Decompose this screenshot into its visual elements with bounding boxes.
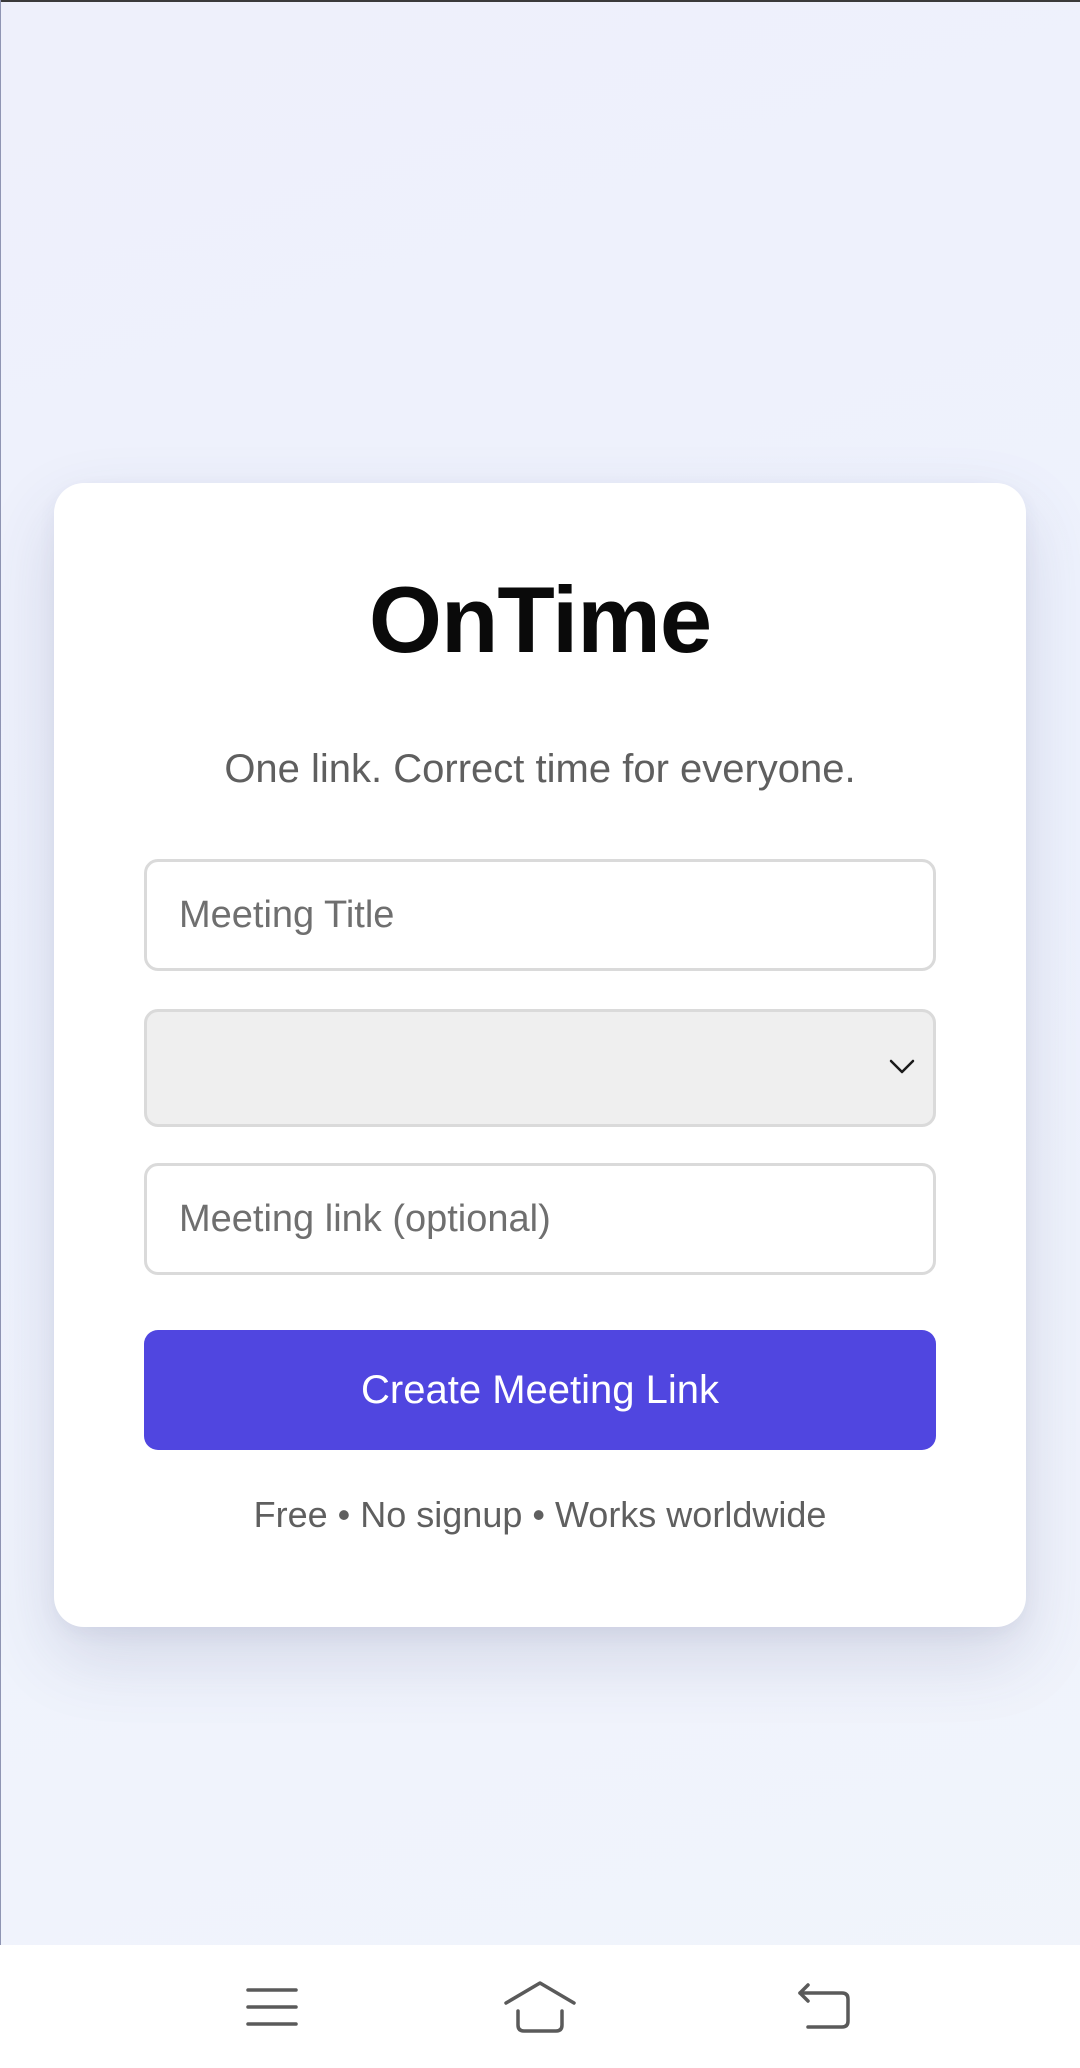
app-tagline: One link. Correct time for everyone. [224,747,856,791]
create-meeting-card: OnTime One link. Correct time for everyo… [54,483,1026,1627]
nav-menu-button[interactable] [232,1967,312,2047]
create-meeting-link-button[interactable]: Create Meeting Link [144,1330,936,1450]
menu-icon [246,1988,298,2026]
app-title: OnTime [368,567,712,672]
meeting-link-input[interactable] [144,1163,936,1275]
nav-home-button[interactable] [500,1967,580,2047]
left-edge-line [0,0,1,1945]
chevron-down-icon [889,1059,915,1074]
back-icon [798,1983,850,2029]
system-navigation-bar [0,1945,1080,2068]
features-footnote: Free • No signup • Works worldwide [253,1494,827,1535]
timezone-select[interactable] [144,1009,936,1127]
meeting-title-input[interactable] [144,859,936,971]
home-icon [504,1981,576,2033]
top-edge-line [0,0,1080,2]
nav-back-button[interactable] [784,1967,864,2047]
